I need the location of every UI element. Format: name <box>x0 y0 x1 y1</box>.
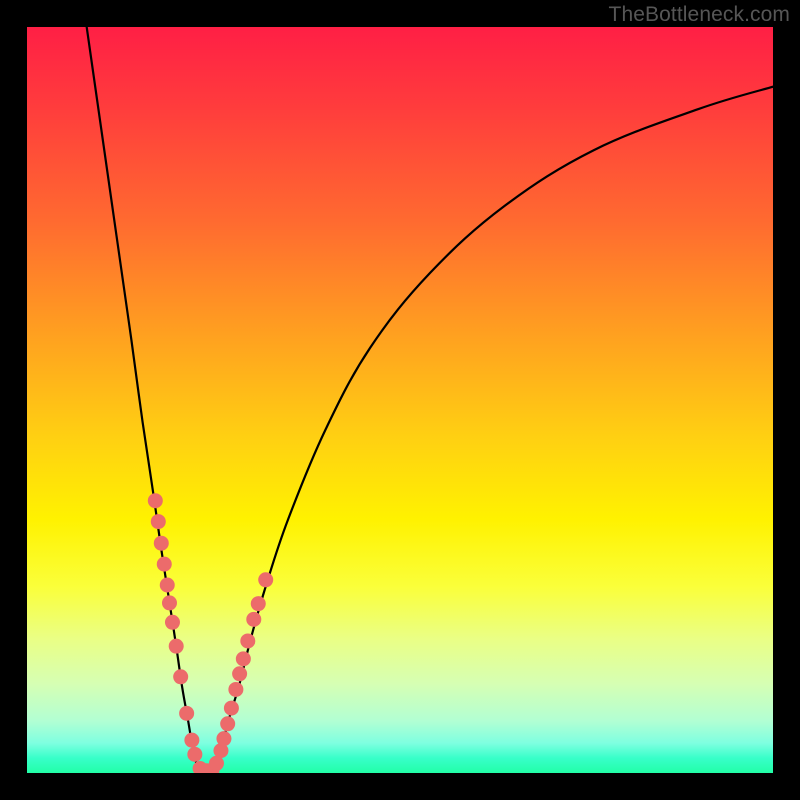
watermark-label: TheBottleneck.com <box>609 3 790 27</box>
curve-right-branch <box>214 87 774 773</box>
data-point <box>240 633 255 648</box>
data-point <box>220 716 235 731</box>
data-point <box>251 596 266 611</box>
curve-data-points <box>148 493 273 773</box>
curve-group <box>87 27 773 773</box>
chart-frame: TheBottleneck.com <box>0 0 800 800</box>
data-point <box>216 731 231 746</box>
data-point <box>151 514 166 529</box>
data-point <box>184 733 199 748</box>
curve-left-branch <box>87 27 199 773</box>
data-point <box>246 612 261 627</box>
plot-area <box>27 27 773 773</box>
data-point <box>157 557 172 572</box>
data-point <box>228 682 243 697</box>
data-point <box>224 701 239 716</box>
data-point <box>148 493 163 508</box>
data-point <box>165 615 180 630</box>
data-point <box>187 747 202 762</box>
data-point <box>160 578 175 593</box>
data-point <box>173 669 188 684</box>
chart-svg <box>27 27 773 773</box>
data-point <box>154 536 169 551</box>
data-point <box>232 666 247 681</box>
data-point <box>236 651 251 666</box>
data-point <box>179 706 194 721</box>
data-point <box>258 572 273 587</box>
data-point <box>162 595 177 610</box>
data-point <box>169 639 184 654</box>
